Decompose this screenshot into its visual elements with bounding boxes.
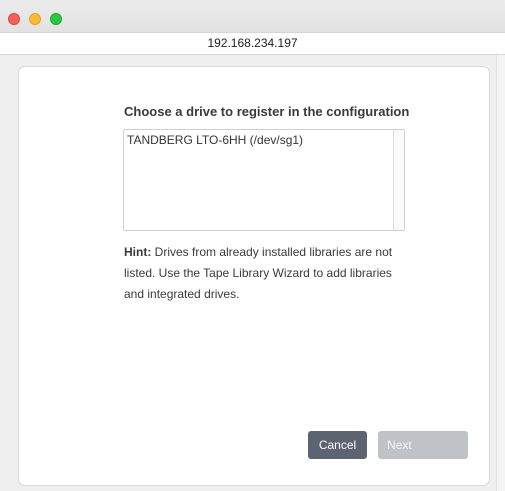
next-button[interactable]: Next [378, 431, 468, 459]
drive-list-scrollbar[interactable] [393, 130, 404, 230]
drive-list[interactable]: TANDBERG LTO-6HH (/dev/sg1) [123, 129, 405, 231]
address-text: 192.168.234.197 [207, 36, 298, 50]
drive-list-item[interactable]: TANDBERG LTO-6HH (/dev/sg1) [127, 133, 303, 147]
address-bar: 192.168.234.197 [0, 32, 505, 55]
hint-message: Drives from already installed libraries … [124, 245, 393, 301]
cancel-button[interactable]: Cancel [308, 431, 367, 459]
hint-text-block: Hint: Drives from already installed libr… [124, 242, 414, 305]
panel-heading: Choose a drive to register in the config… [124, 104, 410, 119]
drive-selection-panel: Choose a drive to register in the config… [18, 66, 490, 486]
window-close-button[interactable] [8, 13, 20, 25]
page-scrollbar[interactable] [496, 55, 505, 491]
window-maximize-button[interactable] [50, 13, 62, 25]
hint-label: Hint: [124, 245, 152, 259]
window-titlebar[interactable] [0, 0, 505, 32]
window-minimize-button[interactable] [29, 13, 41, 25]
